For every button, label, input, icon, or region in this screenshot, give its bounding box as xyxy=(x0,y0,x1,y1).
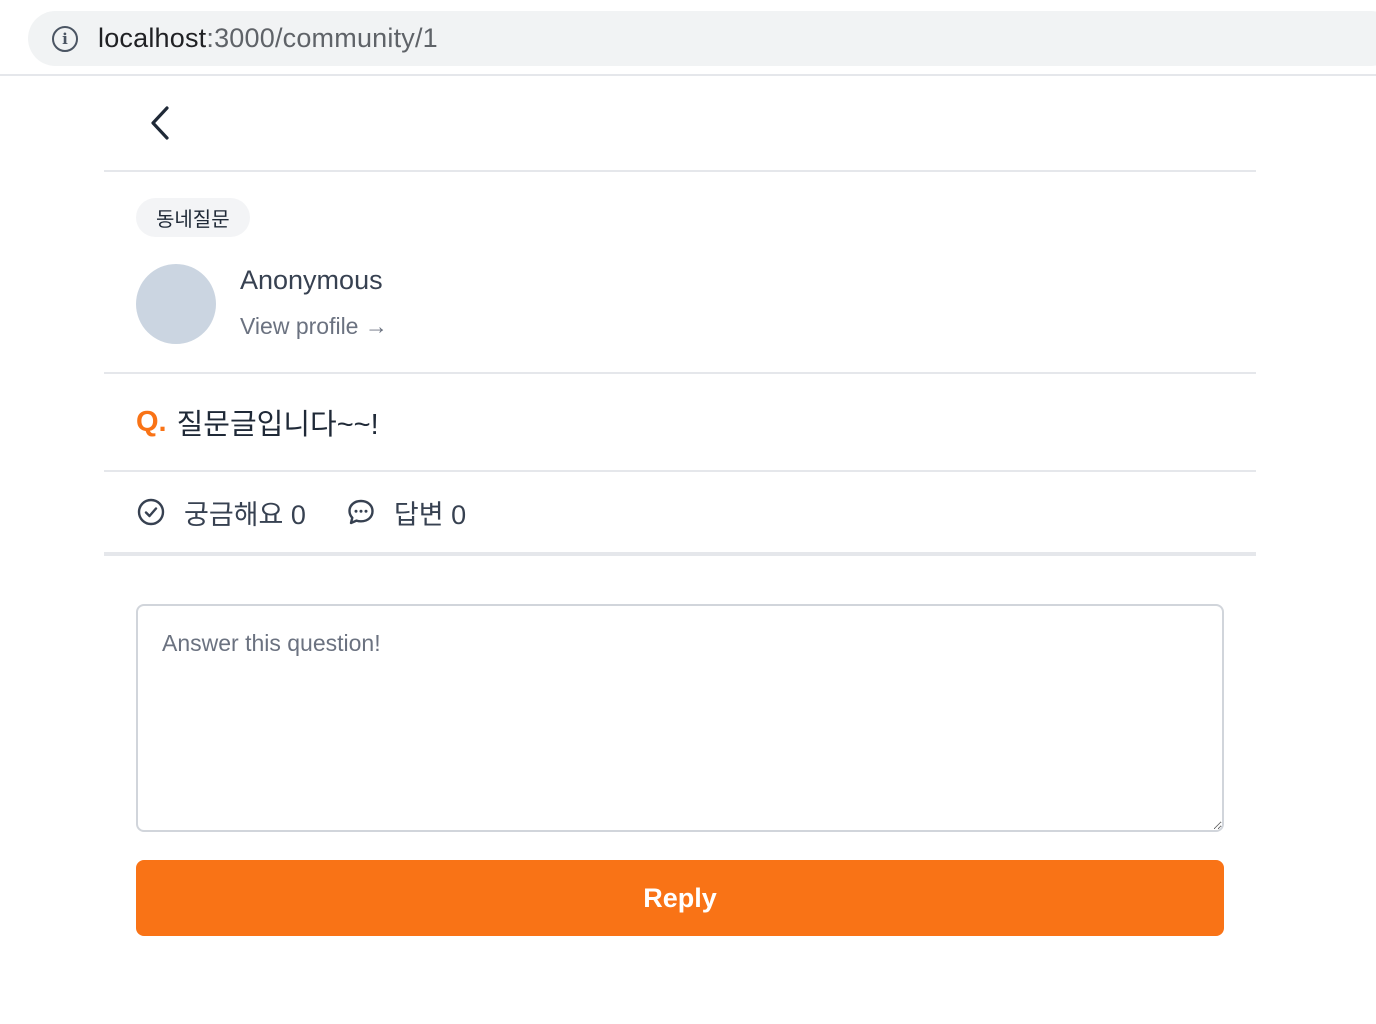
category-badge[interactable]: 동네질문 xyxy=(136,198,250,237)
answers-count-label: 답변 0 xyxy=(393,499,467,530)
chevron-left-icon xyxy=(151,106,169,140)
info-icon[interactable]: i xyxy=(52,25,78,52)
url-text[interactable]: localhost:3000/community/1 xyxy=(98,23,438,54)
question-text: 질문글입니다~~! xyxy=(176,409,379,441)
url-path: :3000/community/1 xyxy=(206,23,438,53)
answer-input[interactable] xyxy=(136,604,1224,832)
curious-button[interactable]: 궁금해요 0 xyxy=(136,493,306,532)
post-stats: 궁금해요 0 답변 0 xyxy=(104,472,1256,556)
address-bar[interactable]: i localhost:3000/community/1 xyxy=(28,11,1376,66)
question-prefix: Q. xyxy=(136,405,167,438)
top-nav xyxy=(104,76,1256,172)
post-detail-page: 동네질문 Anonymous View profile → Q. 질문글입니다~… xyxy=(104,76,1256,936)
reply-button[interactable]: Reply xyxy=(136,860,1224,936)
check-circle-icon xyxy=(137,498,165,526)
view-profile-link[interactable]: View profile → xyxy=(240,313,388,340)
url-host: localhost xyxy=(98,23,207,53)
answers-button[interactable]: 답변 0 xyxy=(346,493,466,532)
back-button[interactable] xyxy=(144,103,176,143)
reply-form: Reply xyxy=(104,556,1256,936)
question: Q. 질문글입니다~~! xyxy=(104,374,1256,472)
browser-toolbar: i localhost:3000/community/1 xyxy=(0,0,1376,76)
curious-count-label: 궁금해요 0 xyxy=(184,499,306,530)
author-name: Anonymous xyxy=(240,265,383,295)
chat-bubble-icon xyxy=(348,499,374,525)
avatar[interactable] xyxy=(136,264,216,344)
post-header: 동네질문 Anonymous View profile → xyxy=(104,172,1256,374)
